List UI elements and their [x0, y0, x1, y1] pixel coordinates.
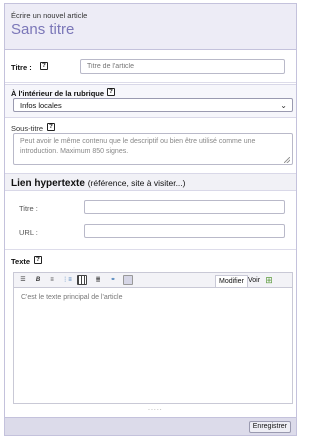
page-title: Sans titre — [11, 21, 75, 38]
link-icon[interactable]: ⚭ — [108, 275, 118, 285]
save-button[interactable]: Enregistrer — [248, 421, 291, 433]
texte-help-icon[interactable]: ? — [34, 256, 42, 264]
rubrique-select[interactable]: Infos locales ⌄ — [13, 98, 293, 112]
rubrique-label: À l'intérieur de la rubrique — [11, 89, 105, 98]
editor-toolbar: ☰ B ≡ ⋮≡ ≣ ⚭ Modifier Voir ⊞ — [13, 272, 293, 288]
rubrique-selected-value: Infos locales — [20, 101, 62, 110]
soustitre-placeholder: Peut avoir le même contenu que le descri… — [20, 138, 256, 155]
form-header: Écrire un nouvel article Sans titre — [5, 4, 296, 50]
soustitre-textarea[interactable]: Peut avoir le même contenu que le descri… — [13, 133, 293, 165]
lien-subheading: (référence, site à visiter...) — [87, 178, 186, 188]
lien-url-input[interactable] — [84, 224, 285, 238]
divider — [5, 249, 296, 250]
list-icon[interactable]: ≡ — [47, 275, 57, 285]
soustitre-label: Sous-titre — [11, 124, 44, 133]
texte-placeholder: C'est le texte principal de l'article — [21, 294, 123, 301]
resize-grip-icon[interactable] — [284, 157, 290, 163]
titre-help-icon[interactable]: ? — [40, 62, 48, 70]
lien-titre-input[interactable] — [84, 200, 285, 214]
rubrique-help-icon[interactable]: ? — [107, 88, 115, 96]
lien-titre-label: Titre : — [19, 204, 38, 213]
article-form: Écrire un nouvel article Sans titre Titr… — [4, 3, 297, 436]
texte-label: Texte — [11, 257, 31, 266]
titre-label: Titre : — [11, 63, 32, 72]
lien-heading: Lien hypertexte — [11, 178, 85, 189]
lien-title: Lien hypertexte (référence, site à visit… — [11, 178, 186, 189]
paragraph-icon[interactable]: ≣ — [93, 275, 103, 285]
bold-icon[interactable]: B — [33, 275, 43, 285]
fullscreen-icon[interactable]: ⊞ — [264, 275, 274, 285]
chevron-down-icon: ⌄ — [280, 101, 287, 110]
image-icon[interactable] — [123, 275, 133, 285]
editor-resize-grip[interactable]: ..... — [148, 405, 163, 412]
titre-input[interactable] — [80, 59, 285, 74]
heading-icon[interactable]: ☰ — [18, 275, 28, 285]
lien-url-label: URL : — [19, 228, 38, 237]
texte-editor[interactable]: C'est le texte principal de l'article — [13, 287, 293, 404]
form-footer: Enregistrer — [5, 417, 296, 435]
soustitre-help-icon[interactable]: ? — [47, 123, 55, 131]
divider — [5, 82, 296, 83]
lien-section-header: Lien hypertexte (référence, site à visit… — [5, 173, 296, 191]
page-supertitle: Écrire un nouvel article — [11, 11, 88, 20]
table-icon[interactable] — [77, 275, 87, 285]
ordered-list-icon[interactable]: ⋮≡ — [62, 275, 72, 285]
